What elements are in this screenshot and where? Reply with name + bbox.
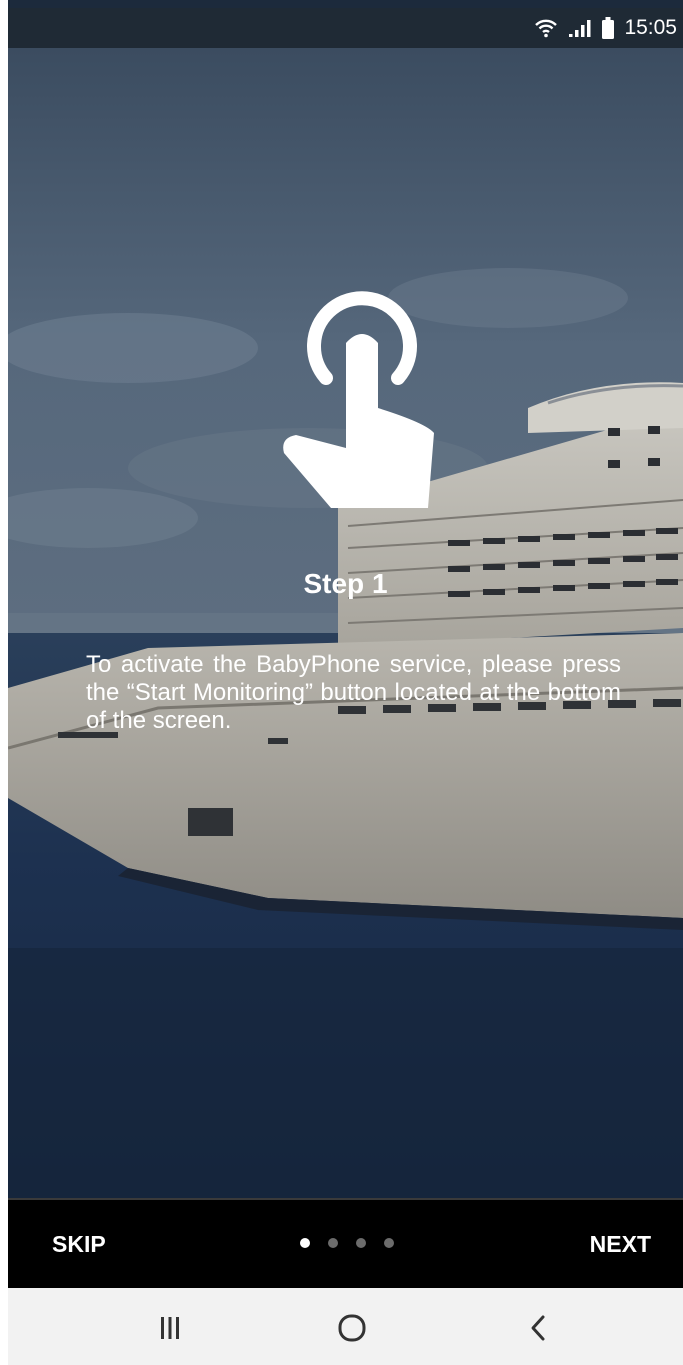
status-time: 15:05 [624, 16, 677, 39]
step-description: To activate the BabyPhone service, pleas… [86, 651, 621, 734]
onboarding-step: Step 1 To activate the BabyPhone service… [8, 48, 683, 1198]
system-navigation-bar [8, 1288, 683, 1365]
next-button[interactable]: NEXT [590, 1200, 651, 1288]
back-button[interactable] [518, 1308, 558, 1348]
home-button[interactable] [332, 1308, 372, 1348]
wifi-icon [535, 19, 558, 38]
signal-icon [569, 20, 591, 37]
page-indicator [300, 1238, 394, 1248]
recents-icon [161, 1317, 179, 1339]
screen-edge [0, 0, 8, 1365]
page-dot [328, 1238, 338, 1248]
status-bar: 15:05 [8, 8, 683, 48]
page-dot-active [300, 1238, 310, 1248]
recents-button[interactable] [150, 1308, 190, 1348]
step-title: Step 1 [303, 568, 388, 599]
touch-hand-icon [283, 291, 434, 508]
page-dot [356, 1238, 366, 1248]
app-screen: 15:05 Step 1 To activate the BabyPhone s… [0, 0, 683, 1365]
battery-icon [602, 17, 615, 39]
skip-button[interactable]: SKIP [52, 1200, 106, 1288]
onboarding-nav-bar: SKIP NEXT [8, 1198, 683, 1288]
page-dot [384, 1238, 394, 1248]
home-icon [338, 1314, 366, 1342]
back-icon [531, 1315, 545, 1341]
